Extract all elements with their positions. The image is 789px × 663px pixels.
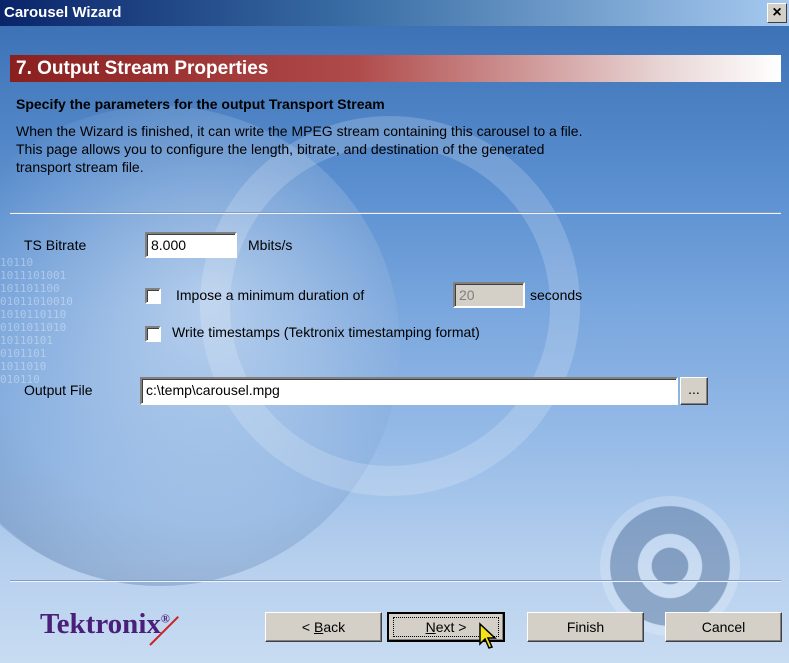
ts-bitrate-label: TS Bitrate <box>24 237 87 253</box>
background-binary-text: 10110 1011101001 101101100 01011010010 1… <box>0 256 73 386</box>
ts-bitrate-unit: Mbits/s <box>248 237 293 253</box>
close-button[interactable]: × <box>767 3 787 23</box>
page-banner: 7. Output Stream Properties <box>10 55 781 82</box>
output-file-input[interactable]: c:\temp\carousel.mpg <box>140 377 678 405</box>
back-rest: ack <box>323 619 346 635</box>
section-subtitle: Specify the parameters for the output Tr… <box>16 96 385 112</box>
divider-bottom <box>10 580 781 582</box>
divider-top <box>10 212 781 214</box>
window-title: Carousel Wizard <box>4 4 122 21</box>
cancel-button[interactable]: Cancel <box>665 612 782 642</box>
logo-text: Tektronix <box>40 608 161 640</box>
wizard-body: 10110 1011101001 101101100 01011010010 1… <box>0 26 789 663</box>
back-accel: B <box>313 619 324 635</box>
title-bar: Carousel Wizard × <box>0 0 789 26</box>
back-button[interactable]: < Back <box>265 612 382 642</box>
min-duration-label: Impose a minimum duration of <box>176 287 365 303</box>
min-duration-input[interactable]: 20 <box>453 282 525 308</box>
mouse-cursor-icon <box>479 622 497 649</box>
min-duration-checkbox[interactable] <box>145 288 161 304</box>
browse-button[interactable]: ... <box>680 377 708 405</box>
section-description: When the Wizard is finished, it can writ… <box>16 122 761 176</box>
description-line: This page allows you to configure the le… <box>16 141 545 157</box>
min-duration-unit: seconds <box>530 287 583 303</box>
ts-bitrate-input[interactable]: 8.000 <box>145 232 237 258</box>
back-prefix: < <box>301 619 314 635</box>
output-file-label: Output File <box>24 382 93 398</box>
timestamps-label: Write timestamps (Tektronix timestamping… <box>172 324 480 340</box>
description-line: When the Wizard is finished, it can writ… <box>16 123 583 139</box>
finish-button[interactable]: Finish <box>527 612 644 642</box>
description-line: transport stream file. <box>16 159 144 175</box>
page-title: 7. Output Stream Properties <box>16 58 269 79</box>
tektronix-logo: Tektronix® <box>40 608 170 641</box>
timestamps-checkbox[interactable] <box>145 326 161 342</box>
